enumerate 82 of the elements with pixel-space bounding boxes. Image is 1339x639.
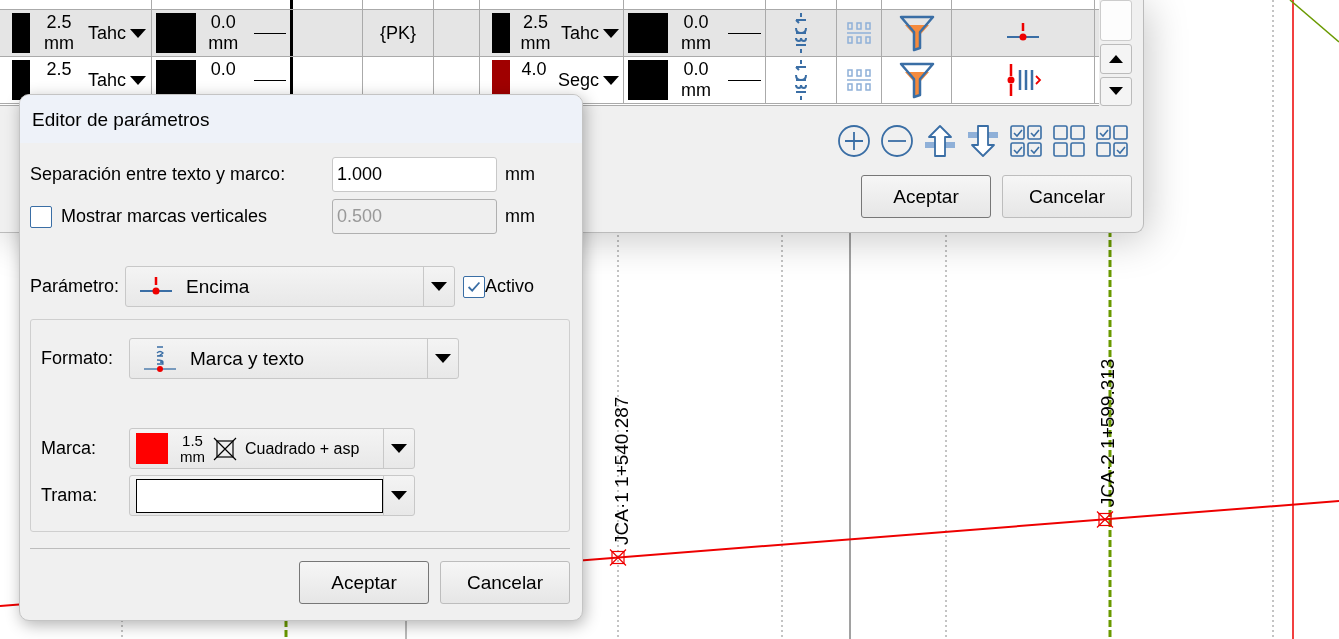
format-dropdown[interactable]: Marca y texto xyxy=(129,338,459,379)
cancel-button[interactable]: Cancelar xyxy=(1002,175,1132,218)
caret-icon xyxy=(391,491,407,500)
line-preview xyxy=(728,32,761,34)
color-swatch[interactable] xyxy=(12,13,30,53)
caret-icon xyxy=(603,28,619,38)
checkbox-label: Activo xyxy=(485,276,535,297)
cancel-button[interactable]: Cancelar xyxy=(440,561,570,604)
check-all-icon[interactable] xyxy=(1009,124,1043,158)
spacing-field[interactable]: 1.000 xyxy=(332,157,497,192)
move-up-icon[interactable] xyxy=(923,124,957,158)
square-cross-icon xyxy=(213,436,237,461)
checkbox[interactable] xyxy=(463,275,486,298)
invert-check-icon[interactable] xyxy=(1095,124,1129,158)
field-label: Formato: xyxy=(41,348,115,369)
marker-dropdown[interactable]: 1.5 mm Cuadrado + asp xyxy=(129,428,415,469)
up-arrow-icon xyxy=(1109,54,1123,63)
add-icon[interactable] xyxy=(837,124,871,158)
color-swatch[interactable] xyxy=(156,13,196,53)
shape-name: Cuadrado + asp xyxy=(245,439,360,458)
caret-icon xyxy=(431,282,448,291)
dialog-title: Editor de parámetros xyxy=(20,95,582,143)
parameter-dropdown[interactable]: Encima xyxy=(125,266,456,307)
scroll-up-button[interactable] xyxy=(1100,44,1132,74)
unit-label: mm xyxy=(505,164,536,185)
move-down-icon[interactable] xyxy=(966,124,1000,158)
size-value: 1.5 xyxy=(182,432,203,449)
font-dropdown[interactable]: Tahc xyxy=(88,69,147,91)
color-swatch[interactable] xyxy=(628,60,668,100)
uncheck-all-icon[interactable] xyxy=(1052,124,1086,158)
line-preview xyxy=(254,32,286,34)
field-label: Separación entre texto y marco: xyxy=(30,164,287,185)
down-arrow-icon xyxy=(1109,87,1123,96)
unit-label: mm xyxy=(208,33,239,54)
scroll-down-button[interactable] xyxy=(1100,76,1132,106)
font-dropdown[interactable]: Tahc xyxy=(560,22,619,44)
funnel-icon[interactable] xyxy=(898,61,935,99)
caret-icon xyxy=(435,354,451,363)
unit-label: mm xyxy=(505,206,536,227)
station-label: JCA·2 1+599.313 xyxy=(1097,358,1118,507)
pattern-dropdown[interactable] xyxy=(129,475,415,516)
station-label: JCA·1 1+540.287 xyxy=(611,396,632,545)
line-preview xyxy=(728,79,761,81)
field-label: Marca: xyxy=(41,438,97,459)
caret-icon xyxy=(130,28,147,38)
number-icon[interactable] xyxy=(793,59,809,101)
square-cross-marker xyxy=(1096,510,1114,529)
font-dropdown[interactable]: Tahc xyxy=(88,22,147,44)
scrollbar[interactable] xyxy=(1099,0,1133,106)
square-cross-marker xyxy=(609,548,627,567)
unit-label: mm xyxy=(681,80,712,101)
number-icon[interactable] xyxy=(793,12,809,54)
alignment-line xyxy=(1289,0,1339,43)
color-swatch[interactable] xyxy=(492,13,510,53)
unit-label: mm xyxy=(44,33,74,54)
unit-label: mm xyxy=(180,448,205,465)
size-value: 2.5 xyxy=(46,59,72,80)
width-value: 0.0 xyxy=(210,12,236,33)
size-value: 4.0 xyxy=(521,59,547,80)
width-value: 0.0 xyxy=(210,59,236,80)
line-preview xyxy=(254,79,286,81)
caret-icon xyxy=(391,444,407,453)
unit-label: mm xyxy=(681,33,712,54)
funnel-icon[interactable] xyxy=(898,14,935,52)
size-value: 2.5 xyxy=(46,12,72,33)
accept-button[interactable]: Aceptar xyxy=(861,175,991,218)
checkbox-label: Mostrar marcas verticales xyxy=(61,206,268,227)
table-cell: {PK} xyxy=(363,10,434,56)
color-swatch[interactable] xyxy=(628,13,668,53)
field-label: Trama: xyxy=(41,485,99,506)
width-value: 0.0 xyxy=(683,59,709,80)
size-value: 2.5 xyxy=(522,12,548,33)
accept-button[interactable]: Aceptar xyxy=(299,561,429,604)
font-dropdown[interactable]: Segc xyxy=(557,69,619,91)
remove-icon[interactable] xyxy=(880,124,914,158)
color-swatch[interactable] xyxy=(12,60,30,100)
field-label: Parámetro: xyxy=(30,276,120,297)
width-value: 0.0 xyxy=(683,12,709,33)
caret-icon xyxy=(603,75,619,85)
scroll-thumb[interactable] xyxy=(1100,0,1132,42)
unit-label: mm xyxy=(520,33,551,54)
caret-icon xyxy=(130,75,147,85)
